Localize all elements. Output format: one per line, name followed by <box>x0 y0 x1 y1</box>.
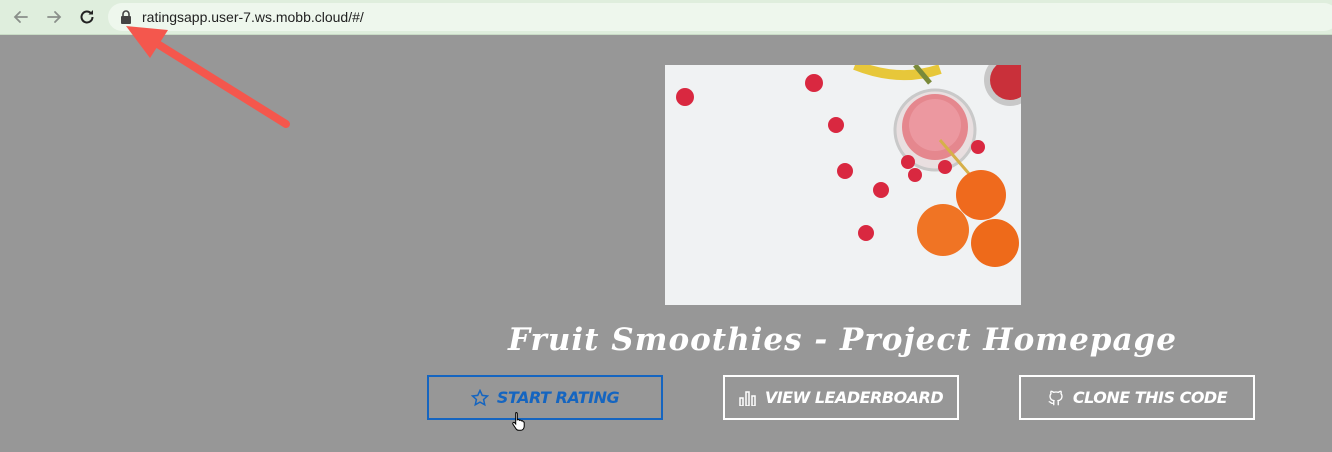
view-leaderboard-label: VIEW LEADERBOARD <box>764 388 944 407</box>
view-leaderboard-button[interactable]: VIEW LEADERBOARD <box>723 375 959 420</box>
star-icon <box>470 388 489 406</box>
annotation-arrow <box>126 26 290 128</box>
hero-image <box>665 65 1021 305</box>
page-title: Fruit Smoothies - Project Homepage <box>508 322 1177 358</box>
github-icon <box>1048 390 1063 405</box>
clone-code-button[interactable]: CLONE THIS CODE <box>1019 375 1255 420</box>
hand-cursor-icon <box>512 411 525 431</box>
start-rating-label: START RATING <box>496 388 620 407</box>
start-rating-button[interactable]: START RATING <box>427 375 663 420</box>
bar-chart-icon <box>739 390 756 406</box>
clone-code-label: CLONE THIS CODE <box>1072 388 1228 407</box>
